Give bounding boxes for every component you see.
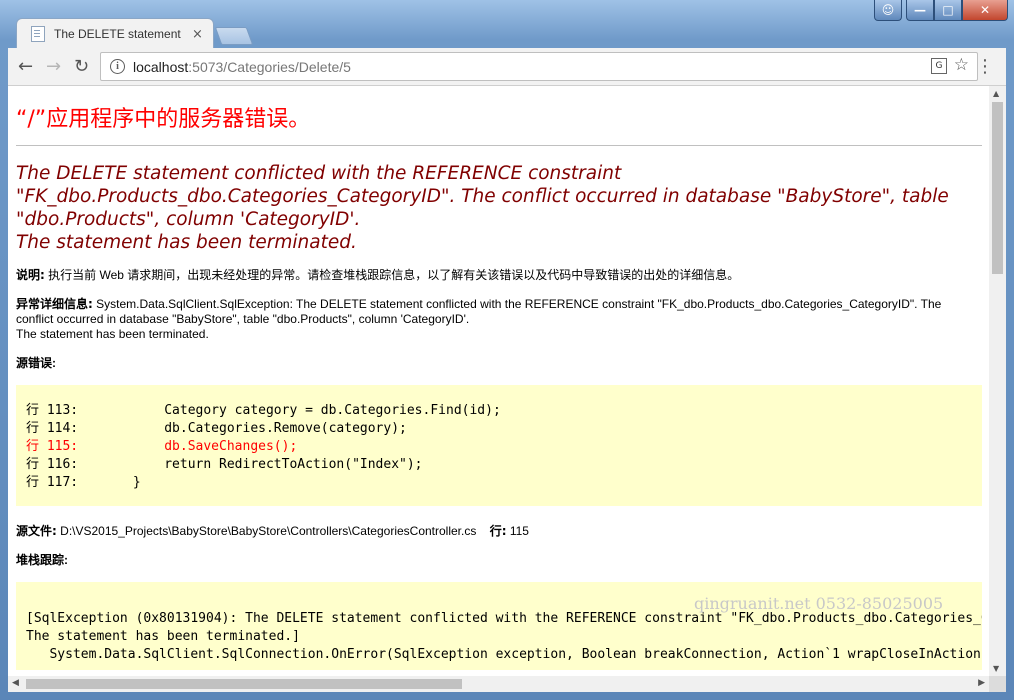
bookmark-star-icon[interactable]: ☆ (954, 55, 969, 75)
browser-toolbar: ← → ↻ i localhost:5073/Categories/Delete… (8, 48, 1006, 86)
page-viewport: “/”应用程序中的服务器错误。 The DELETE statement con… (8, 86, 989, 676)
description-section: 说明: 执行当前 Web 请求期间，出现未经处理的异常。请检查堆栈跟踪信息，以了… (16, 268, 740, 282)
window-controls: ☺ — □ ✕ (874, 0, 1008, 21)
code-line: 行 114: db.Categories.Remove(category); (26, 421, 407, 436)
forward-arrow-icon[interactable]: → (46, 56, 61, 77)
back-arrow-icon[interactable]: ← (18, 56, 33, 77)
close-window-button[interactable]: ✕ (962, 0, 1008, 21)
code-line: 行 116: return RedirectToAction("Index"); (26, 457, 423, 472)
watermark-text: qingruanit.net 0532-85025005 (694, 594, 944, 613)
source-error-label: 源错误: (16, 356, 56, 370)
scroll-right-icon[interactable]: ▶ (978, 678, 985, 688)
tab-close-icon[interactable]: × (192, 27, 203, 42)
horizontal-scrollbar[interactable]: ◀ ▶ (8, 676, 989, 692)
reload-icon[interactable]: ↻ (74, 56, 89, 77)
translate-icon[interactable]: G (931, 58, 947, 74)
vertical-scrollbar[interactable]: ▲ ▼ (989, 86, 1006, 676)
horizontal-scroll-thumb[interactable] (26, 679, 462, 689)
stack-trace-label: 堆栈跟踪: (16, 553, 68, 567)
source-file-info: 源文件: D:\VS2015_Projects\BabyStore\BabySt… (16, 524, 529, 538)
site-info-icon[interactable]: i (110, 59, 125, 74)
error-message: The DELETE statement conflicted with the… (16, 163, 949, 253)
browser-window: ☺ — □ ✕ The DELETE statement × ← → ↻ i l… (0, 0, 1014, 700)
code-line: 行 113: Category category = db.Categories… (26, 403, 501, 418)
stack-line: The statement has been terminated.] (26, 629, 300, 644)
code-line-error: 行 115: db.SaveChanges(); (26, 439, 298, 454)
new-tab-button[interactable] (214, 27, 254, 45)
scroll-up-icon[interactable]: ▲ (993, 89, 999, 98)
scroll-left-icon[interactable]: ◀ (12, 678, 19, 688)
divider (16, 145, 982, 146)
url-text[interactable]: localhost:5073/Categories/Delete/5 (133, 59, 351, 75)
exception-details-section: 异常详细信息: System.Data.SqlClient.SqlExcepti… (16, 297, 942, 341)
maximize-button[interactable]: □ (934, 0, 962, 21)
tab-title: The DELETE statement (54, 27, 181, 41)
source-code-box: 行 113: Category category = db.Categories… (16, 385, 982, 506)
minimize-button[interactable]: — (906, 0, 934, 21)
address-bar[interactable]: i localhost:5073/Categories/Delete/5 G ☆ (100, 52, 978, 81)
code-line: 行 117: } (26, 475, 141, 490)
page-favicon-icon (31, 26, 45, 42)
browser-menu-icon[interactable]: ⋮ (976, 56, 994, 77)
error-page: “/”应用程序中的服务器错误。 The DELETE statement con… (16, 86, 982, 670)
stack-line: System.Data.SqlClient.SqlConnection.OnEr… (26, 647, 982, 662)
scrollbar-corner (989, 676, 1006, 692)
browser-tab-active[interactable]: The DELETE statement × (16, 18, 214, 49)
vertical-scroll-thumb[interactable] (992, 102, 1003, 274)
scroll-down-icon[interactable]: ▼ (993, 664, 999, 673)
user-profile-icon[interactable]: ☺ (874, 0, 902, 21)
page-title: “/”应用程序中的服务器错误。 (16, 107, 311, 132)
